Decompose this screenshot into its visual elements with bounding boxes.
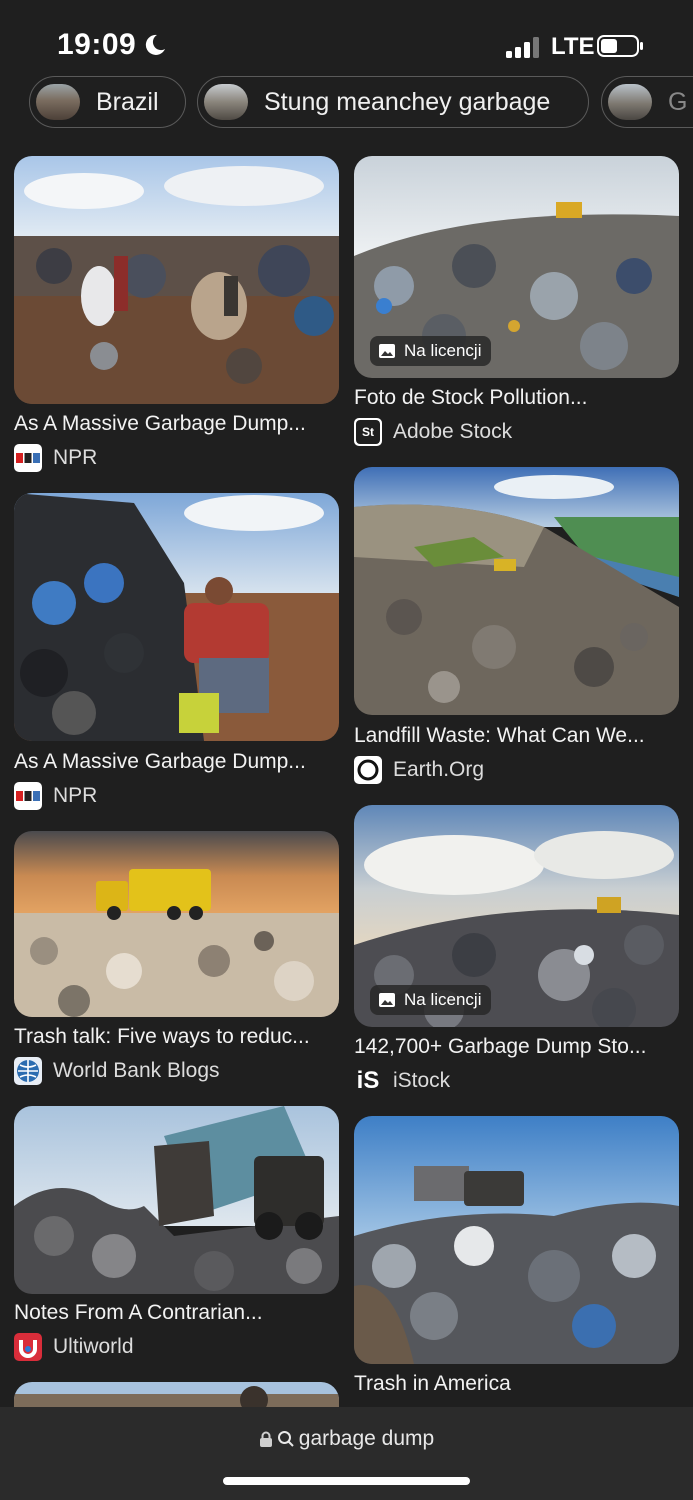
chip-label: G (668, 87, 688, 116)
result-title[interactable]: As A Massive Garbage Dump... (14, 750, 339, 774)
result-source[interactable]: St Adobe Stock (354, 418, 512, 446)
result-image[interactable]: Na licencji (354, 156, 679, 378)
status-time: 19:09 (57, 28, 137, 61)
source-name: NPR (53, 446, 98, 469)
adobe-stock-icon: St (354, 418, 382, 446)
npr-icon (14, 782, 42, 810)
moon-icon (145, 34, 165, 55)
garbage-truck-photo (14, 831, 339, 1017)
bulldozer-photo (354, 1116, 679, 1364)
chip-stung-meanchey[interactable]: Stung meanchey garbage (197, 76, 589, 128)
result-title[interactable]: As A Massive Garbage Dump... (14, 412, 339, 436)
home-indicator[interactable] (223, 1477, 470, 1485)
chip-brazil[interactable]: Brazil (29, 76, 186, 128)
chip-thumbnail (608, 84, 652, 120)
license-badge: Na licencji (370, 985, 492, 1015)
chip-more[interactable]: G (601, 76, 693, 128)
world-bank-icon (14, 1057, 42, 1085)
earth-org-icon (354, 756, 382, 784)
result-source[interactable]: Earth.Org (354, 756, 484, 784)
search-icon (277, 1431, 294, 1447)
npr-icon (14, 444, 42, 472)
result-image[interactable] (14, 156, 339, 404)
garbage-dump-photo (14, 493, 339, 741)
result-source[interactable]: World Bank Blogs (14, 1057, 220, 1085)
image-icon (379, 993, 395, 1007)
battery-icon (597, 35, 643, 57)
license-label: Na licencji (404, 341, 482, 360)
source-name: NPR (53, 784, 98, 807)
dump-truck-photo (14, 1106, 339, 1294)
result-title[interactable]: 142,700+ Garbage Dump Sto... (354, 1035, 679, 1059)
result-image[interactable] (354, 467, 679, 715)
address-bar[interactable]: garbage dump (0, 1427, 693, 1451)
source-name: Earth.Org (393, 758, 485, 781)
result-title[interactable]: Notes From A Contrarian... (14, 1301, 339, 1325)
result-title[interactable]: Landfill Waste: What Can We... (354, 724, 679, 748)
lock-icon (259, 1431, 272, 1447)
related-chips: Brazil Stung meanchey garbage G (0, 72, 693, 130)
license-label: Na licencji (404, 990, 482, 1009)
image-icon (379, 344, 395, 358)
result-source[interactable]: NPR (14, 782, 97, 810)
source-name: iStock (393, 1069, 451, 1092)
garbage-dump-photo (14, 156, 339, 404)
result-image[interactable] (354, 1116, 679, 1364)
result-image[interactable]: Na licencji (354, 805, 679, 1027)
ultiworld-icon (14, 1333, 42, 1361)
chip-label: Brazil (96, 87, 159, 116)
landfill-aerial-photo (354, 467, 679, 715)
bottom-address-bar: garbage dump (0, 1407, 693, 1500)
source-name: World Bank Blogs (53, 1059, 220, 1082)
chip-thumbnail (204, 84, 248, 120)
network-type: LTE (551, 33, 595, 60)
signal-icon (506, 37, 539, 58)
result-image[interactable] (14, 831, 339, 1017)
result-title[interactable]: Foto de Stock Pollution... (354, 386, 679, 410)
result-image[interactable] (14, 1106, 339, 1294)
source-name: Ultiworld (53, 1335, 134, 1358)
status-bar: 19:09 LTE (0, 0, 693, 80)
result-title[interactable]: Trash talk: Five ways to reduc... (14, 1025, 339, 1049)
result-source[interactable]: iS iStock (354, 1067, 451, 1095)
result-source[interactable]: Ultiworld (14, 1333, 134, 1361)
result-image[interactable] (14, 493, 339, 741)
result-source[interactable]: NPR (14, 444, 97, 472)
url-text: garbage dump (298, 1427, 435, 1450)
source-name: Adobe Stock (393, 420, 513, 443)
chip-thumbnail (36, 84, 80, 120)
result-title[interactable]: Trash in America (354, 1372, 679, 1396)
license-badge: Na licencji (370, 336, 492, 366)
chip-label: Stung meanchey garbage (264, 87, 551, 116)
istock-icon: iS (356, 1067, 380, 1094)
